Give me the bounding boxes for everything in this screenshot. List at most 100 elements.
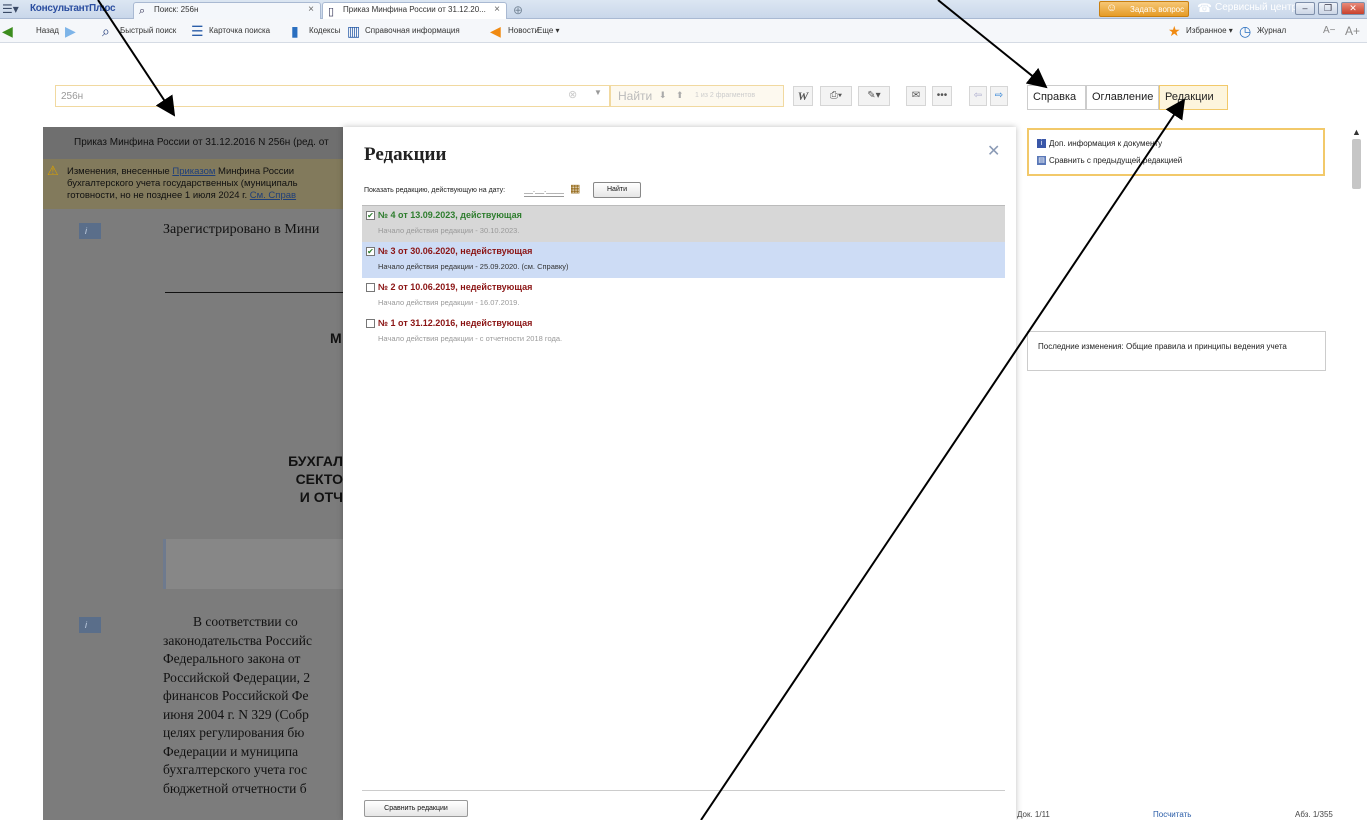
body-line: бюджетной отчетности б (163, 780, 307, 796)
tab-reference[interactable]: Справка (1027, 85, 1086, 110)
comment-icon[interactable]: ✉ (906, 86, 926, 106)
tab-contents[interactable]: Оглавление (1086, 85, 1159, 110)
extra-info-link[interactable]: i Доп. информация к документу (1037, 139, 1162, 148)
word-export-button[interactable]: W (793, 86, 813, 106)
close-icon[interactable]: ✕ (987, 141, 1000, 161)
scroll-thumb[interactable] (1352, 139, 1361, 189)
journal-button[interactable]: ◷ Журнал (1239, 23, 1286, 39)
phone-icon: ☎ (1197, 1, 1212, 15)
prev-document-button[interactable]: ⇦ (969, 86, 987, 106)
document-view: Приказ Минфина России от 31.12.2016 N 25… (43, 127, 343, 820)
fragments-count: 1 из 2 фрагментов (695, 92, 756, 99)
body-line: июня 2004 г. N 329 (Собр (163, 706, 309, 722)
more-tools-button[interactable]: ••• (932, 86, 952, 106)
calendar-icon[interactable]: ▦ (570, 182, 580, 195)
card-search-icon: ☰ (191, 23, 204, 39)
tab-label: Приказ Минфина России от 31.12.20... (343, 5, 486, 14)
more-button[interactable]: Еще ▾ (537, 23, 560, 39)
search-icon: ⌕ (102, 23, 110, 39)
body-line: законодательства Российс (163, 632, 312, 648)
close-icon[interactable]: × (308, 4, 314, 15)
checkbox[interactable] (366, 319, 375, 328)
revision-desc: Начало действия редакции - с отчетности … (378, 334, 563, 343)
info-icon: i (1037, 139, 1046, 148)
arrow-right-icon: ▶ (65, 23, 76, 39)
status-doc: Док. 1/11 (1017, 810, 1050, 819)
revision-item-3[interactable]: ✔ № 3 от 30.06.2020, недействующая Начал… (362, 242, 1005, 278)
compare-revisions-button[interactable]: Сравнить редакции (364, 800, 468, 817)
font-decrease-button[interactable]: A− (1323, 23, 1336, 39)
checkbox[interactable]: ✔ (366, 247, 375, 256)
star-icon: ★ (1168, 23, 1181, 39)
compare-previous-link[interactable]: ▤ Сравнить с предыдущей редакцией (1037, 156, 1182, 165)
favorites-label: Избранное ▾ (1186, 26, 1233, 35)
codes-button[interactable]: ▮ Кодексы (291, 23, 340, 39)
revision-title[interactable]: № 4 от 13.09.2023, действующая (366, 210, 1005, 220)
revision-title[interactable]: № 2 от 10.06.2019, недействующая (366, 282, 1005, 292)
find-button[interactable]: Найти (618, 89, 652, 103)
revision-item-1[interactable]: № 1 от 31.12.2016, недействующая Начало … (362, 314, 1005, 350)
print-button[interactable]: ⎙▾ (820, 86, 852, 106)
clear-search-icon[interactable]: ⊗ (568, 88, 577, 101)
service-center-button[interactable]: ☎ Сервисный центр (1197, 1, 1298, 15)
close-window-button[interactable]: ✕ (1341, 2, 1365, 15)
checkbox[interactable]: ✔ (366, 211, 375, 220)
news-button[interactable]: ◀ Новости (490, 23, 539, 39)
search-history-dropdown[interactable]: ▼ (590, 88, 606, 105)
favorites-button[interactable]: ★ Избранное ▾ (1168, 23, 1233, 39)
minimize-button[interactable]: – (1295, 2, 1315, 15)
quick-search-button[interactable]: ⌕ Быстрый поиск (102, 23, 176, 39)
last-changes-box[interactable]: Последние изменения: Общие правила и при… (1027, 331, 1326, 371)
info-note-icon[interactable]: i (79, 223, 101, 239)
main-toolbar: ◀ Назад ▶ ⌕ Быстрый поиск ☰ Карточка пои… (0, 19, 1367, 43)
compare-icon: ▤ (1037, 156, 1046, 165)
main-menu-button[interactable]: ☰▾ (2, 2, 26, 17)
document-search-box (55, 85, 610, 107)
date-field[interactable] (524, 183, 564, 197)
service-center-label: Сервисный центр (1215, 2, 1298, 13)
body-line: В соответствии со (193, 614, 298, 629)
book-icon: ▮ (291, 23, 299, 39)
document-search-input[interactable] (61, 89, 561, 103)
checkbox[interactable] (366, 283, 375, 292)
count-link[interactable]: Посчитать (1153, 810, 1191, 819)
new-tab-button[interactable]: ⊕ (510, 3, 526, 18)
next-fragment-icon[interactable]: ⬇ (659, 90, 667, 101)
font-increase-button[interactable]: A+ (1345, 23, 1360, 39)
ask-question-button[interactable]: ☺ Задать вопрос (1099, 1, 1189, 17)
revision-desc: Начало действия редакции - 25.09.2020. (… (378, 262, 569, 271)
reference-button[interactable]: ▥ Справочная информация (347, 23, 460, 39)
tab-revisions[interactable]: Редакции (1159, 85, 1228, 110)
journal-label: Журнал (1257, 26, 1287, 35)
text-tools-button[interactable]: ✎▾ (858, 86, 890, 106)
tab-document[interactable]: ▯ Приказ Минфина России от 31.12.20... × (322, 2, 507, 19)
app-logo: КонсультантПлюс (30, 3, 116, 14)
maximize-button[interactable]: ❐ (1318, 2, 1338, 15)
scroll-up-icon[interactable]: ▲ (1352, 127, 1361, 137)
warning-text: Минфина России (215, 166, 295, 177)
info-note-icon[interactable]: i (79, 617, 101, 633)
revision-title[interactable]: № 1 от 31.12.2016, недействующая (366, 318, 1005, 328)
next-document-button[interactable]: ⇨ (990, 86, 1008, 106)
warning-link[interactable]: Приказом (172, 166, 215, 177)
clock-icon: ◷ (1239, 23, 1252, 39)
scrollbar[interactable]: ▲ (1346, 127, 1367, 820)
warning-icon: ⚠ (47, 163, 59, 178)
tab-search[interactable]: ⌕ Поиск: 256н × (133, 2, 321, 19)
revision-title[interactable]: № 3 от 30.06.2020, недействующая (366, 246, 1005, 256)
warning-link[interactable]: См. Справ (250, 190, 296, 201)
status-paragraph: Абз. 1/355 (1295, 810, 1333, 819)
document-icon: ▯ (328, 6, 335, 18)
close-icon[interactable]: × (494, 4, 500, 15)
body-line: Федерации и муниципа (163, 743, 299, 759)
search-card-button[interactable]: ☰ Карточка поиска (191, 23, 270, 39)
revision-item-4[interactable]: ✔ № 4 от 13.09.2023, действующая Начало … (362, 206, 1005, 242)
back-button[interactable]: ◀ Назад (2, 23, 59, 39)
body-line: финансов Российской Фе (163, 688, 309, 703)
compare-previous-label: Сравнить с предыдущей редакцией (1049, 156, 1183, 165)
find-by-date-button[interactable]: Найти (593, 182, 641, 198)
codes-label: Кодексы (309, 26, 341, 35)
revision-item-2[interactable]: № 2 от 10.06.2019, недействующая Начало … (362, 278, 1005, 314)
forward-button[interactable]: ▶ (65, 23, 76, 39)
previous-fragment-icon[interactable]: ⬆ (676, 90, 684, 101)
